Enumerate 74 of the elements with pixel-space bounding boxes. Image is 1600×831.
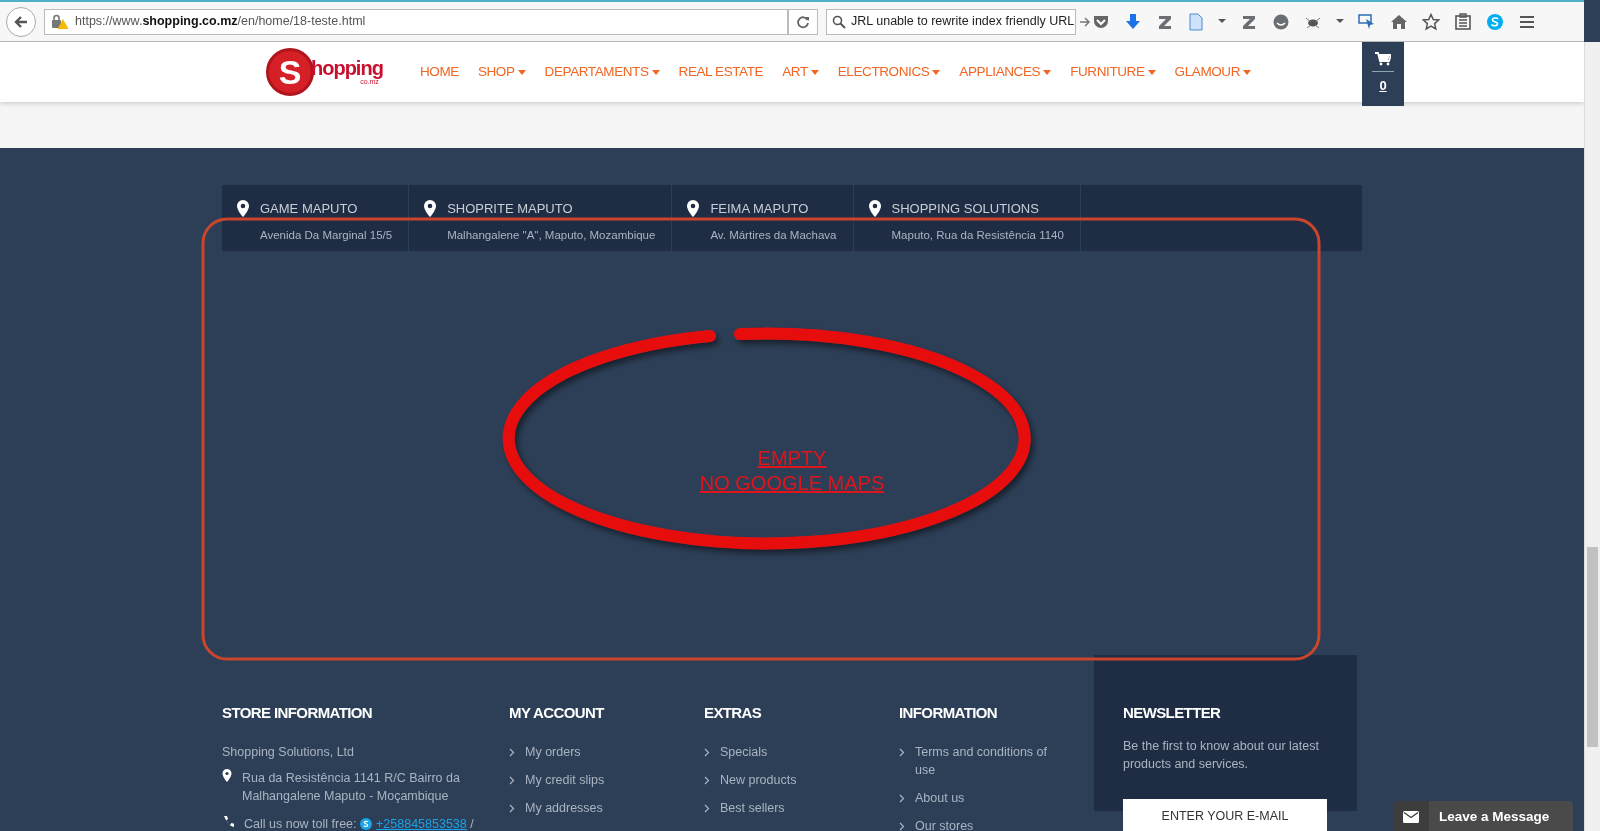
footer-heading: STORE INFORMATION (222, 703, 374, 723)
store-name: SHOPPING SOLUTIONS (891, 200, 1040, 218)
chevron-icon (899, 747, 905, 757)
store-address: Av. Mártires da Machava (710, 227, 837, 243)
footer-link[interactable]: Our stores (915, 816, 974, 831)
lock-warning-icon (51, 13, 69, 30)
footer-heading: NEWSLETTER (1123, 703, 1222, 723)
menu-item[interactable]: GLAMOUR (1174, 61, 1252, 83)
clipboard-icon[interactable] (1454, 12, 1472, 31)
menu-item[interactable]: ELECTRONICS (837, 61, 941, 83)
url-text: https://www.shopping.co.mz/en/home/18-teste.html (75, 13, 366, 31)
menu-item[interactable]: FURNITURE (1070, 61, 1156, 83)
footer-link[interactable]: My orders (525, 742, 581, 761)
cart-button[interactable]: 0 (1362, 42, 1404, 106)
menu-item[interactable]: DEPARTAMENTS (544, 61, 660, 83)
footer-link[interactable]: My addresses (525, 798, 603, 817)
footer-link[interactable]: New products (720, 770, 797, 789)
back-arrow-icon (13, 13, 29, 30)
skype-icon (360, 818, 373, 831)
back-button[interactable] (6, 6, 36, 37)
footer-link[interactable]: About us (915, 788, 965, 807)
chevron-icon (899, 793, 905, 803)
store-address: Rua da Resistência 1141 R/C Bairro da Malhangalene Maputo - Moçambique (242, 769, 461, 805)
search-icon (832, 14, 846, 29)
phone-line: Call us now toll free: +258845853538 / (244, 815, 474, 831)
chevron-icon (704, 747, 710, 757)
chevron-icon (509, 747, 515, 757)
footer-link[interactable]: Best sellers (720, 798, 785, 817)
store-name: FEIMA MAPUTO (710, 200, 810, 218)
phone-link[interactable]: +258845853538 (376, 816, 467, 831)
email-field[interactable]: ENTER YOUR E-MAIL (1123, 798, 1327, 831)
store-name: GAME MAPUTO (260, 200, 359, 218)
map-pin-icon (222, 768, 232, 782)
star-icon[interactable] (1422, 12, 1440, 31)
chevron-icon (509, 803, 515, 813)
menu-item[interactable]: APPLIANCES (959, 61, 1052, 83)
footer-heading: EXTRAS (704, 703, 763, 723)
scrollbar-thumb[interactable] (1587, 547, 1598, 747)
chat-bubble-icon[interactable] (1272, 12, 1290, 31)
scrollbar[interactable] (1584, 42, 1600, 831)
footer-heading: MY ACCOUNT (509, 703, 606, 723)
store-address: Avenida Da Marginal 15/5 (260, 227, 393, 243)
footer-link[interactable]: Specials (720, 742, 768, 761)
home-icon[interactable] (1390, 12, 1408, 31)
cart-count: 0 (1379, 77, 1387, 95)
envelope-icon (1403, 811, 1419, 823)
map-pin-icon (423, 199, 438, 217)
download-icon[interactable] (1124, 12, 1142, 31)
search-text: JRL unable to rewrite index friendly URL (851, 13, 1075, 31)
address-bar[interactable]: https://www.shopping.co.mz/en/home/18-teste.html (44, 8, 788, 35)
footer-heading: INFORMATION (899, 703, 999, 723)
footer-link[interactable]: My credit slips (525, 770, 605, 789)
map-pin-icon (236, 199, 250, 217)
company-name: Shopping Solutions, Ltd (222, 743, 356, 761)
menu-item[interactable]: REAL ESTATE (678, 61, 764, 83)
go-arrow-icon (1079, 15, 1092, 28)
cart-icon (1375, 52, 1391, 66)
store-address: Malhangalene "A", Maputo, Mozambique (447, 227, 656, 243)
reload-button[interactable] (788, 8, 818, 35)
map-pin-icon (867, 199, 882, 217)
chevron-icon (704, 775, 710, 785)
newsletter-text: Be the first to know about our latest products and services. (1123, 737, 1320, 773)
menu-item[interactable]: ART (782, 61, 819, 83)
map-pin-icon (686, 199, 701, 217)
chevron-icon (704, 803, 710, 813)
store-name: SHOPRITE MAPUTO (447, 200, 574, 218)
chevron-icon (509, 775, 515, 785)
reload-icon (796, 14, 810, 29)
store-address: Maputo, Rua da Resistência 1140 (891, 227, 1064, 243)
menu-item[interactable]: SHOP (477, 61, 526, 83)
footer-link[interactable]: Terms and conditions of use (915, 742, 1055, 779)
leave-message-button[interactable]: Leave a Message (1393, 801, 1573, 831)
menu-item[interactable]: HOME (420, 61, 459, 83)
chevron-icon (899, 821, 905, 831)
